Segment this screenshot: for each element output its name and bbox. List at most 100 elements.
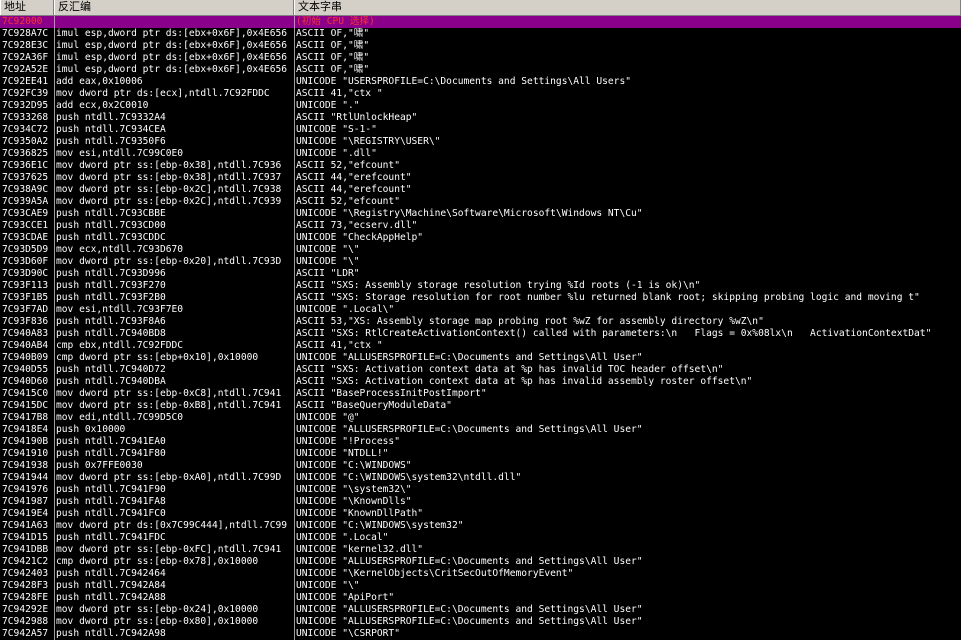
- row-text-string: ASCII "SXS: Activation context data at %…: [296, 376, 753, 387]
- table-row[interactable]: 7C93D60F mov dword ptr ss:[ebp-0x20],ntdl…: [0, 256, 961, 268]
- table-row[interactable]: 7C93CDAE push ntdll.7C93CDDC UNICODE "Chec…: [0, 232, 961, 244]
- row-address: 7C93CCE1: [2, 220, 49, 231]
- row-text-string: UNICODE "\Registry\Machine\Software\Micr…: [296, 208, 643, 219]
- column-header-bar: 地址 反汇编 文本字串: [0, 0, 961, 16]
- row-disassembly: push ntdll.7C941FC0: [56, 508, 166, 519]
- row-address: 7C942403: [2, 568, 49, 579]
- table-row[interactable]: 7C941A63 mov dword ptr ds:[0x7C99C444],nt…: [0, 520, 961, 532]
- table-row[interactable]: 7C9419E4 push ntdll.7C941FC0 UNICODE "Know…: [0, 508, 961, 520]
- table-row[interactable]: 7C928E3C imul esp,dword ptr ds:[ebx+0x6F]…: [0, 40, 961, 52]
- table-row[interactable]: 7C93F113 push ntdll.7C93F270 ASCII "SXS: A…: [0, 280, 961, 292]
- table-row[interactable]: 7C9415C0 mov dword ptr ss:[ebp-0xC8],ntdl…: [0, 388, 961, 400]
- table-row[interactable]: 7C9428FE push ntdll.7C942A88 UNICODE "ApiP…: [0, 592, 961, 604]
- row-address: 7C9350A2: [2, 136, 49, 147]
- table-row[interactable]: 7C941976 push ntdll.7C941F90 UNICODE "\sys…: [0, 484, 961, 496]
- row-text-string: UNICODE "!Process": [296, 436, 400, 447]
- table-row-selected[interactable]: 7C92000 (初始 CPU 选择): [0, 16, 961, 28]
- row-disassembly: imul esp,dword ptr ds:[ebx+0x6F],0x4E656: [56, 52, 288, 63]
- table-row[interactable]: 7C92A36F imul esp,dword ptr ds:[ebx+0x6F]…: [0, 52, 961, 64]
- table-row[interactable]: 7C940B09 cmp dword ptr ss:[ebp+0x10],0x10…: [0, 352, 961, 364]
- row-address: 7C9415DC: [2, 400, 49, 411]
- table-row[interactable]: 7C93F1B5 push ntdll.7C93F2B0 ASCII "SXS: S…: [0, 292, 961, 304]
- column-divider: [54, 16, 55, 640]
- row-disassembly: push ntdll.7C941FDC: [56, 532, 166, 543]
- row-address: 7C939A5A: [2, 196, 49, 207]
- table-row[interactable]: 7C933268 push ntdll.7C9332A4 ASCII "RtlUnl…: [0, 112, 961, 124]
- row-text-string: UNICODE "C:\WINDOWS\system32\ntdll.dll": [296, 472, 522, 483]
- table-row[interactable]: 7C9421C2 cmp dword ptr ss:[ebp-0x78],0x10…: [0, 556, 961, 568]
- row-disassembly: mov dword ptr ss:[ebp-0xB8],ntdll.7C941: [56, 400, 282, 411]
- row-text-string: UNICODE "ALLUSERSPROFILE=C:\Documents an…: [296, 352, 643, 363]
- table-row[interactable]: 7C9417B8 mov edi,ntdll.7C99D5C0 UNICODE "@…: [0, 412, 961, 424]
- table-row[interactable]: 7C9428F3 push ntdll.7C942A84 UNICODE "\": [0, 580, 961, 592]
- table-row[interactable]: 7C941944 mov dword ptr ss:[ebp-0xA0],ntdl…: [0, 472, 961, 484]
- table-row[interactable]: 7C940A83 push ntdll.7C940BD8 ASCII "SXS: R…: [0, 328, 961, 340]
- row-disassembly: add ecx,0x2C0010: [56, 100, 149, 111]
- table-row[interactable]: 7C93F7AD mov esi,ntdll.7C93F7E0 UNICODE ".…: [0, 304, 961, 316]
- table-row[interactable]: 7C93CCE1 push ntdll.7C93CD00 ASCII 73,"ecs…: [0, 220, 961, 232]
- row-disassembly: mov dword ptr ss:[ebp-0x38],ntdll.7C936: [56, 160, 282, 171]
- row-text-string: ASCII "SXS: RtlCreateActivationContext()…: [296, 328, 932, 339]
- row-disassembly: imul esp,dword ptr ds:[ebx+0x6F],0x4E656: [56, 40, 288, 51]
- column-header-address[interactable]: 地址: [0, 0, 54, 15]
- table-row[interactable]: 7C93CAE9 push ntdll.7C93CBBE UNICODE "\Reg…: [0, 208, 961, 220]
- table-row[interactable]: 7C94292E mov dword ptr ss:[ebp-0x24],0x10…: [0, 604, 961, 616]
- table-row[interactable]: 7C92EE41 add eax,0x10006 UNICODE "USERSPRO…: [0, 76, 961, 88]
- row-address: 7C92EE41: [2, 76, 49, 87]
- column-header-text-string[interactable]: 文本字串: [294, 0, 961, 15]
- table-row[interactable]: 7C93F836 push ntdll.7C93F8A6 ASCII 53,"XS:…: [0, 316, 961, 328]
- table-row[interactable]: 7C92A52E imul esp,dword ptr ds:[ebx+0x6F]…: [0, 64, 961, 76]
- table-row[interactable]: 7C934C72 push ntdll.7C934CEA UNICODE "S-1-…: [0, 124, 961, 136]
- table-row[interactable]: 7C9350A2 push ntdll.7C9350F6 UNICODE "\REG…: [0, 136, 961, 148]
- row-address: 7C934C72: [2, 124, 49, 135]
- row-disassembly: push 0x7FFE0030: [56, 460, 143, 471]
- row-address: 7C941944: [2, 472, 49, 483]
- table-row[interactable]: 7C942403 push ntdll.7C942464 UNICODE "\Ker…: [0, 568, 961, 580]
- row-disassembly: mov esi,ntdll.7C93F7E0: [56, 304, 184, 315]
- table-row[interactable]: 7C94190B push ntdll.7C941EA0 UNICODE "!Pro…: [0, 436, 961, 448]
- table-row[interactable]: 7C9418E4 push 0x10000 UNICODE "ALLUSERSPRO…: [0, 424, 961, 436]
- table-row[interactable]: 7C936E1C mov dword ptr ss:[ebp-0x38],ntdl…: [0, 160, 961, 172]
- table-row[interactable]: 7C941D15 push ntdll.7C941FDC UNICODE ".Loc…: [0, 532, 961, 544]
- row-text-string: ASCII "BaseQueryModuleData": [296, 400, 452, 411]
- row-address: 7C941987: [2, 496, 49, 507]
- table-row[interactable]: 7C940D60 push ntdll.7C940DBA ASCII "SXS: A…: [0, 376, 961, 388]
- row-disassembly: push ntdll.7C941F80: [56, 448, 166, 459]
- table-row[interactable]: 7C942A57 push ntdll.7C942A98 UNICODE "\CSR…: [0, 628, 961, 640]
- table-row[interactable]: 7C9415DC mov dword ptr ss:[ebp-0xB8],ntdl…: [0, 400, 961, 412]
- table-row[interactable]: 7C941987 push ntdll.7C941FA8 UNICODE "\Kno…: [0, 496, 961, 508]
- row-text-string: UNICODE "C:\WINDOWS\system32": [296, 520, 464, 531]
- row-text-string: ASCII "SXS: Storage resolution for root …: [296, 292, 920, 303]
- table-row[interactable]: 7C940AB4 cmp ebx,ntdll.7C92FDDC ASCII 41,"…: [0, 340, 961, 352]
- table-row[interactable]: 7C940D55 push ntdll.7C940D72 ASCII "SXS: A…: [0, 364, 961, 376]
- row-disassembly: push ntdll.7C941F90: [56, 484, 166, 495]
- table-row[interactable]: 7C938A9C mov dword ptr ss:[ebp-0x2C],ntdl…: [0, 184, 961, 196]
- row-address: 7C940D55: [2, 364, 49, 375]
- table-row[interactable]: 7C92FC39 mov dword ptr ds:[ecx],ntdll.7C9…: [0, 88, 961, 100]
- row-text-string: UNICODE "NTDLL!": [296, 448, 389, 459]
- table-row[interactable]: 7C939A5A mov dword ptr ss:[ebp-0x2C],ntdl…: [0, 196, 961, 208]
- table-row[interactable]: 7C942988 mov dword ptr ss:[ebp-0x80],0x10…: [0, 616, 961, 628]
- row-disassembly: [54, 16, 294, 28]
- table-row[interactable]: 7C93D5D9 mov ecx,ntdll.7C93D670 UNICODE "\…: [0, 244, 961, 256]
- table-row[interactable]: 7C928A7C imul esp,dword ptr ds:[ebx+0x6F]…: [0, 28, 961, 40]
- row-disassembly: cmp dword ptr ss:[ebp-0x78],0x10000: [56, 556, 259, 567]
- row-text-string: UNICODE "\KnownDlls": [296, 496, 412, 507]
- row-disassembly: mov esi,ntdll.7C99C0E0: [56, 148, 184, 159]
- row-address: 7C93D60F: [2, 256, 49, 267]
- table-row[interactable]: 7C941DBB mov dword ptr ss:[ebp-0xFC],ntdl…: [0, 544, 961, 556]
- row-address: 7C941938: [2, 460, 49, 471]
- column-header-disassembly[interactable]: 反汇编: [54, 0, 294, 15]
- table-row[interactable]: 7C932D95 add ecx,0x2C0010 UNICODE ".": [0, 100, 961, 112]
- row-address: 7C9419E4: [2, 508, 49, 519]
- row-disassembly: mov dword ptr ss:[ebp-0xA0],ntdll.7C99D: [56, 472, 282, 483]
- row-text-string: UNICODE "@": [296, 412, 360, 423]
- row-text-string: UNICODE ".Local\": [296, 304, 395, 315]
- string-list[interactable]: 7C92000 (初始 CPU 选择) 7C928A7C imul esp,dword…: [0, 16, 961, 640]
- table-row[interactable]: 7C941910 push ntdll.7C941F80 UNICODE "NTDL…: [0, 448, 961, 460]
- table-row[interactable]: 7C93D90C push ntdll.7C93D996 ASCII "LDR": [0, 268, 961, 280]
- row-text-string: ASCII "SXS: Assembly storage resolution …: [296, 280, 701, 291]
- table-row[interactable]: 7C936825 mov esi,ntdll.7C99C0E0 UNICODE ".…: [0, 148, 961, 160]
- table-row[interactable]: 7C937625 mov dword ptr ss:[ebp-0x38],ntdl…: [0, 172, 961, 184]
- table-row[interactable]: 7C941938 push 0x7FFE0030 UNICODE "C:\WINDO…: [0, 460, 961, 472]
